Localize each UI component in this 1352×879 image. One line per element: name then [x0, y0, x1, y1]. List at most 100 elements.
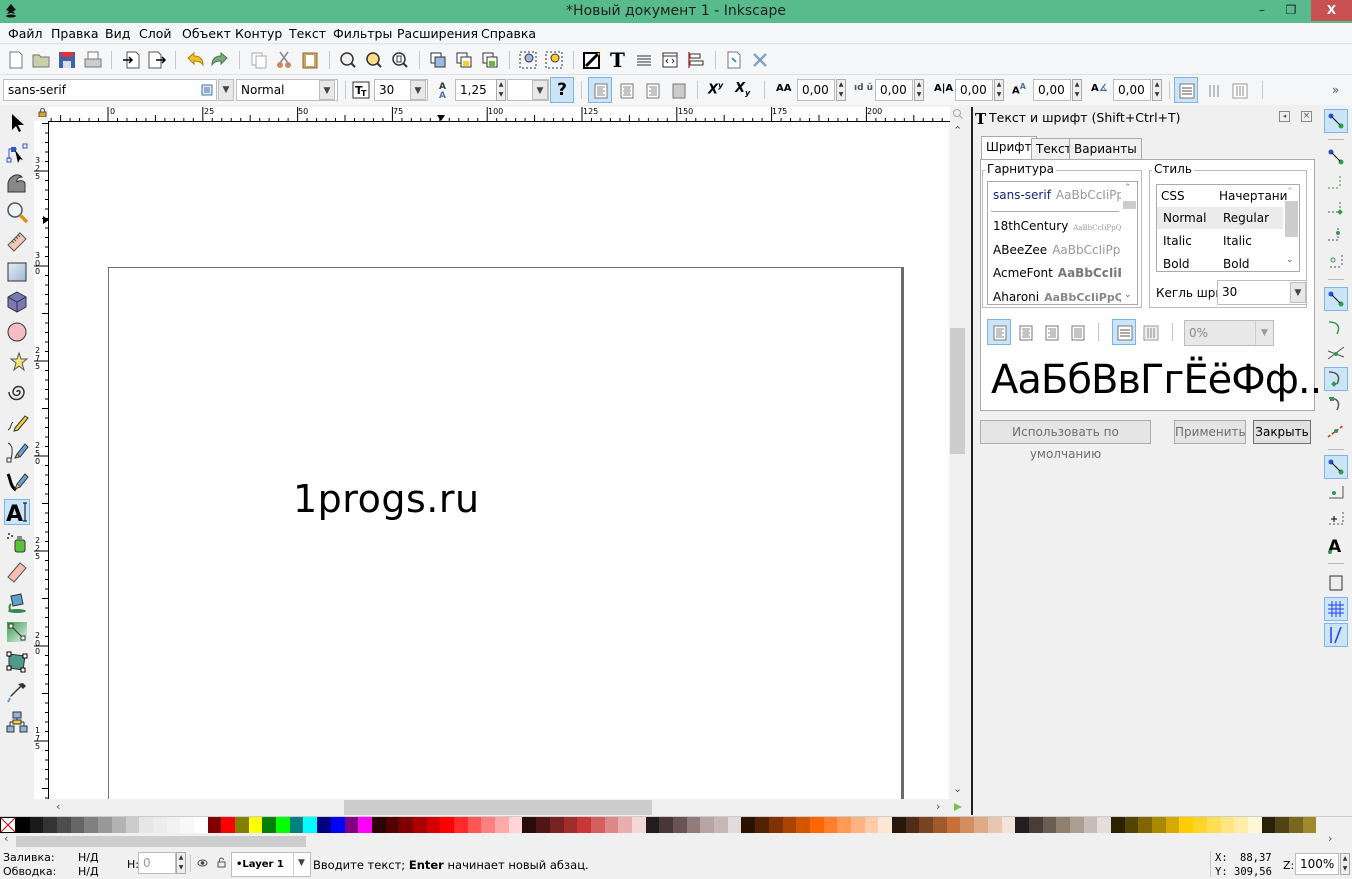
color-swatch[interactable] [235, 817, 249, 833]
minimize-button[interactable]: – [1248, 0, 1276, 21]
export-icon[interactable] [147, 50, 167, 70]
scroll-up-arrow[interactable]: ⌃ [1124, 183, 1132, 193]
color-swatch[interactable] [1097, 817, 1111, 833]
color-swatch[interactable] [330, 817, 345, 833]
zoom-selection-icon[interactable] [338, 50, 358, 70]
dock-close-button[interactable]: × [1301, 111, 1312, 122]
color-swatch[interactable] [878, 817, 892, 833]
paint-bucket-tool[interactable] [4, 589, 30, 615]
color-swatch[interactable] [604, 817, 619, 833]
group-icon[interactable] [428, 50, 448, 70]
color-swatch[interactable] [426, 817, 441, 833]
color-swatch[interactable] [221, 817, 235, 833]
snap-bbox-centers-button[interactable] [1324, 249, 1348, 273]
color-swatch[interactable] [768, 817, 783, 833]
color-swatch[interactable] [371, 817, 386, 833]
fill-and-stroke-icon[interactable] [582, 50, 602, 70]
spiral-tool[interactable] [4, 379, 30, 405]
color-swatch[interactable] [139, 817, 153, 833]
color-swatch[interactable] [741, 817, 756, 833]
color-swatch[interactable] [590, 817, 605, 833]
vertical-text-button[interactable] [1201, 77, 1225, 103]
word-spacing-input[interactable]: 0,00 [875, 79, 913, 101]
color-swatch[interactable] [1302, 817, 1317, 833]
color-swatch[interactable] [919, 817, 934, 833]
lock-icon[interactable] [38, 108, 47, 117]
font-style-dropdown[interactable]: ▼ [319, 80, 335, 100]
color-swatch[interactable] [686, 817, 701, 833]
align-distribute-icon[interactable] [686, 50, 706, 70]
toolbar-overflow-button[interactable]: » [1332, 83, 1339, 97]
snap-rotation-centers-button[interactable] [1324, 507, 1348, 531]
dock-align-center-button[interactable] [1013, 319, 1037, 345]
color-swatch[interactable] [467, 817, 482, 833]
tweak-tool[interactable] [4, 169, 30, 195]
color-swatch[interactable] [180, 817, 194, 833]
menu-path[interactable]: Контур [235, 26, 282, 41]
font-list-item[interactable]: ABeeZee AaBbCcIiPpQ [993, 243, 1130, 257]
color-swatch[interactable] [892, 817, 906, 833]
snap-toggle-button[interactable] [1324, 109, 1348, 133]
color-swatch[interactable] [166, 817, 181, 833]
dock-collapse-button[interactable]: ◂ [1279, 111, 1290, 122]
import-icon[interactable] [121, 50, 141, 70]
color-swatch[interactable] [207, 817, 222, 833]
word-spacing-spinner[interactable]: ▲ ▼ [914, 79, 924, 101]
canvas-text-object[interactable]: 1progs.ru [293, 477, 480, 521]
redo-icon[interactable] [210, 50, 230, 70]
column-header-css[interactable]: CSS [1161, 185, 1185, 207]
menu-layer[interactable]: Слой [139, 26, 172, 41]
color-swatch[interactable] [248, 817, 263, 833]
color-swatch[interactable] [809, 817, 824, 833]
palette-scrollbar[interactable]: ‹ › [0, 832, 1352, 848]
apply-button[interactable]: Применить [1174, 420, 1246, 444]
scroll-up-arrow[interactable]: ⌃ [1286, 187, 1294, 197]
font-list-item[interactable]: 18thCentury AaBbCcIiPpQ [993, 219, 1121, 233]
zoom-tool[interactable] [4, 199, 30, 225]
menu-filters[interactable]: Фильтры [333, 26, 392, 41]
color-swatch[interactable] [1206, 817, 1221, 833]
palette-scroll-right[interactable]: › [1328, 832, 1332, 845]
snap-text-baseline-button[interactable]: A [1324, 533, 1348, 557]
line-height-unit-dropdown[interactable]: ▼ [532, 80, 548, 100]
kerning-input[interactable]: 0,00 [955, 79, 993, 101]
no-paint-swatch[interactable] [0, 817, 16, 833]
gradient-tool[interactable] [4, 619, 30, 645]
color-swatch[interactable] [659, 817, 673, 833]
font-list-item[interactable]: Aharoni AaBbCcIiPpQ [993, 290, 1124, 304]
set-default-button[interactable]: Использовать по умолчанию [980, 420, 1151, 461]
color-swatch[interactable] [84, 817, 99, 833]
menu-file[interactable]: Файл [8, 26, 43, 41]
maximize-button[interactable]: ❐ [1277, 0, 1305, 21]
style-list-scroll-thumb[interactable] [1285, 201, 1298, 237]
color-swatch[interactable] [1193, 817, 1207, 833]
color-swatch[interactable] [1179, 817, 1194, 833]
rectangle-tool[interactable] [4, 259, 30, 285]
font-list-item[interactable]: AcmeFont AaBbCcIiPp [993, 266, 1135, 280]
color-swatch[interactable] [823, 817, 838, 833]
kerning-spinner[interactable]: ▲ ▼ [994, 79, 1004, 101]
style-list-scrollbar[interactable]: ⌃ ⌄ [1283, 185, 1299, 271]
fill-value[interactable]: Н/Д [78, 851, 99, 864]
dock-justify-button[interactable] [1065, 319, 1089, 345]
letter-spacing-input[interactable]: 0,00 [797, 79, 835, 101]
ellipse-tool[interactable] [4, 319, 30, 345]
font-list-scroll-thumb[interactable] [1123, 201, 1136, 209]
palette-scroll-thumb[interactable] [16, 836, 306, 847]
layers-icon[interactable] [634, 50, 654, 70]
color-swatch[interactable] [1056, 817, 1070, 833]
line-height-input[interactable]: 1,25 [455, 79, 497, 101]
color-swatch[interactable] [98, 817, 112, 833]
zoom-drawing-icon[interactable] [364, 50, 384, 70]
close-button[interactable]: X [1311, 0, 1352, 21]
lock-group-icon[interactable] [454, 50, 474, 70]
font-list-scrollbar[interactable]: ⌃ ⌄ [1121, 182, 1137, 304]
color-swatch[interactable] [850, 817, 865, 833]
horizontal-ruler[interactable]: 0 25 50 75 100 125 150 175 200 [48, 107, 950, 122]
node-tool[interactable] [4, 140, 30, 166]
color-swatch[interactable] [193, 817, 208, 833]
snap-bbox-edges-button[interactable] [1324, 171, 1348, 195]
cut-icon[interactable] [274, 50, 294, 70]
color-swatch[interactable] [57, 817, 71, 833]
color-swatch[interactable] [1083, 817, 1098, 833]
